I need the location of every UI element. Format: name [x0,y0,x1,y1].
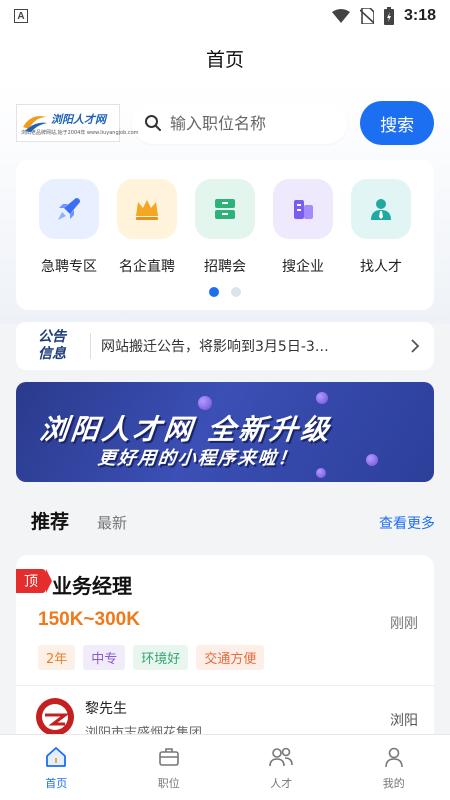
nav-label: 首页 [45,777,68,790]
decor-ball [366,454,378,466]
no-sim-icon [359,8,374,24]
category-job-fair[interactable]: 招聘会 [194,179,256,276]
category-search-company[interactable]: 搜企业 [272,179,334,276]
tab-latest[interactable]: 最新 [97,512,127,533]
carousel-dot-active[interactable] [209,287,219,297]
search-icon [145,115,161,131]
briefcase-icon [158,748,179,766]
user-icon [384,747,403,768]
home-icon [46,747,67,767]
divider [16,685,434,686]
category-label: 急聘专区 [41,259,97,275]
job-tabs: 推荐 最新 查看更多 [31,507,435,534]
search-input[interactable] [170,113,340,133]
clock: 3:18 [403,7,436,24]
person-icon [351,179,411,239]
search-button[interactable]: 搜索 [360,101,434,145]
bottom-nav: 首页 职位 人才 我的 [0,734,450,800]
logo-mark-icon [23,116,47,132]
status-bar: A 3:18 [0,0,450,32]
category-find-talent[interactable]: 找人才 [350,179,412,276]
nav-mine[interactable]: 我的 [338,735,450,800]
nav-label: 我的 [382,777,405,790]
category-label: 找人才 [360,259,402,275]
category-label: 名企直聘 [119,259,175,275]
category-card: 急聘专区 名企直聘 招聘会 搜企业 找人才 [16,160,434,310]
tab-recommended[interactable]: 推荐 [31,507,69,534]
job-tag: 环境好 [133,645,189,670]
notice-tag: 公告 信息 [38,329,88,363]
carousel-dots [209,287,241,297]
nav-bar: 首页 [0,32,450,84]
company-logo [36,698,74,736]
decor-ball [316,468,326,478]
drawer-icon [195,179,255,239]
notice-bar[interactable]: 公告 信息 网站搬迁公告，将影响到3月5日-3… [16,322,434,370]
promo-banner[interactable]: 浏阳人才网 全新升级 更好用的小程序来啦！ [16,382,434,482]
job-tag: 交通方便 [196,645,265,670]
notification-icon: A [14,9,28,23]
category-famous-companies[interactable]: 名企直聘 [116,179,178,276]
search-box[interactable] [132,102,348,144]
site-logo[interactable]: 浏阳人才网 浏阳老品牌网站,始于2004年 www.liuyangjob.com [16,104,139,142]
carousel-dot[interactable] [231,287,241,297]
nav-label: 职位 [157,777,180,790]
logo-name: 浏阳人才网 [51,112,106,126]
banner-subheadline: 更好用的小程序来啦！ [96,448,299,469]
notice-text: 网站搬迁公告，将影响到3月5日-3… [101,339,329,355]
job-tag: 2年 [38,645,76,670]
rocket-icon [39,179,99,239]
job-tag: 中专 [83,645,126,670]
contact-name: 黎先生 [85,701,127,717]
top-badge: 顶 [16,569,52,593]
job-city: 浏阳 [390,713,418,729]
page-title: 首页 [205,48,244,71]
category-label: 搜企业 [282,259,324,275]
job-tags: 2年 中专 环境好 交通方便 [38,645,265,670]
category-urgent[interactable]: 急聘专区 [38,179,100,276]
nav-label: 人才 [270,777,293,790]
chevron-right-icon [411,339,420,353]
divider [90,333,91,359]
nav-jobs[interactable]: 职位 [113,735,226,800]
decor-ball [316,392,328,404]
nav-talent[interactable]: 人才 [225,735,338,800]
view-more-link[interactable]: 查看更多 [379,513,435,533]
job-salary: 150K~300K [38,609,140,630]
building-icon [273,179,333,239]
notice-tag-line1: 公告 [38,329,66,345]
people-icon [269,747,294,767]
banner-headline: 浏阳人才网 全新升级 [38,413,334,446]
nav-home[interactable]: 首页 [0,735,113,800]
job-title: 业务经理 [52,574,132,598]
search-row: 浏阳人才网 浏阳老品牌网站,始于2004年 www.liuyangjob.com… [16,100,434,146]
notice-tag-line2: 信息 [38,346,66,362]
battery-icon [383,7,394,25]
job-posted-time: 刚刚 [390,616,418,632]
wifi-icon [331,9,350,23]
crown-icon [117,179,177,239]
category-label: 招聘会 [204,259,246,275]
